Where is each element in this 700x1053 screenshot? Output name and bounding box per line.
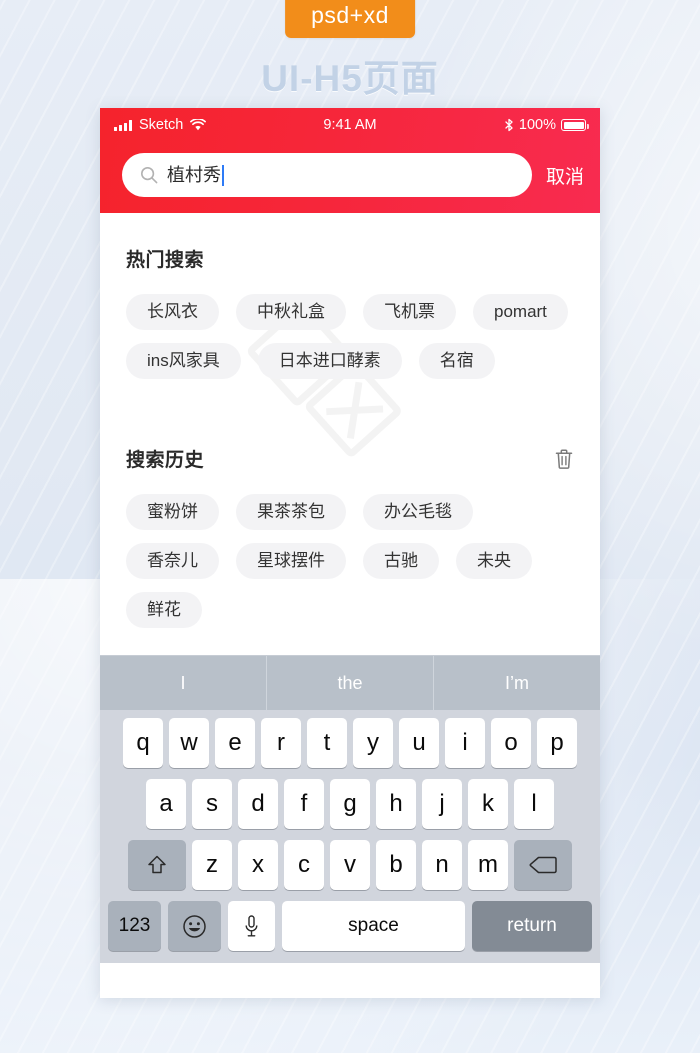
trash-icon[interactable] — [554, 448, 574, 470]
key-j[interactable]: j — [422, 779, 462, 829]
battery-percent-label: 100% — [518, 117, 556, 133]
key-h[interactable]: h — [376, 779, 416, 829]
key-i[interactable]: i — [445, 718, 485, 768]
key-u[interactable]: u — [399, 718, 439, 768]
search-history-tag[interactable]: 鲜花 — [126, 592, 202, 628]
keyboard-row-3: z x c v b n m — [104, 840, 596, 890]
status-bar-right: 100% — [504, 117, 589, 133]
keyboard-row-1: q w e r t y u i o p — [104, 718, 596, 768]
key-x[interactable]: x — [238, 840, 278, 890]
cancel-button[interactable]: 取消 — [546, 162, 584, 189]
key-g[interactable]: g — [330, 779, 370, 829]
backspace-icon — [529, 855, 557, 875]
search-history-tag[interactable]: 未央 — [456, 543, 532, 579]
wifi-icon — [190, 119, 207, 131]
search-history-header: 搜索历史 — [126, 413, 574, 474]
battery-icon — [561, 119, 589, 131]
dictation-key[interactable] — [228, 901, 275, 951]
key-e[interactable]: e — [215, 718, 255, 768]
key-d[interactable]: d — [238, 779, 278, 829]
suggestion-item[interactable]: I — [100, 656, 267, 710]
emoji-key[interactable] — [168, 901, 221, 951]
keyboard-rows: q w e r t y u i o p a s d f g h j k l z … — [100, 710, 600, 951]
hot-search-tag[interactable]: 飞机票 — [363, 294, 456, 330]
search-input-value: 植村秀 — [167, 165, 221, 185]
key-b[interactable]: b — [376, 840, 416, 890]
status-bar: Sketch 9:41 AM 100% — [100, 108, 600, 142]
text-caret — [222, 164, 224, 186]
search-history-tag[interactable]: 蜜粉饼 — [126, 494, 219, 530]
suggestion-item[interactable]: the — [267, 656, 434, 710]
hot-search-tag[interactable]: 日本进口酵素 — [257, 343, 402, 379]
search-icon — [140, 166, 158, 184]
key-p[interactable]: p — [537, 718, 577, 768]
virtual-keyboard: I the I’m q w e r t y u i o p a s d f g … — [100, 655, 600, 963]
key-r[interactable]: r — [261, 718, 301, 768]
search-history-tag[interactable]: 香奈儿 — [126, 543, 219, 579]
search-history-tag[interactable]: 办公毛毯 — [363, 494, 473, 530]
search-history-tag[interactable]: 星球摆件 — [236, 543, 346, 579]
emoji-icon — [182, 914, 207, 939]
search-history-tags: 蜜粉饼 果茶茶包 办公毛毯 香奈儿 星球摆件 古驰 未央 鲜花 — [126, 494, 574, 628]
key-v[interactable]: v — [330, 840, 370, 890]
phone-mockup: Sketch 9:41 AM 100% 植村秀 取消 热门搜索 长风衣 中秋礼盒… — [100, 108, 600, 998]
hot-search-tag[interactable]: pomart — [473, 294, 568, 330]
search-row: 植村秀 取消 — [100, 142, 600, 208]
microphone-icon — [244, 914, 259, 939]
keyboard-row-4: 123 space return — [104, 901, 596, 951]
key-o[interactable]: o — [491, 718, 531, 768]
key-c[interactable]: c — [284, 840, 324, 890]
key-n[interactable]: n — [422, 840, 462, 890]
bluetooth-icon — [504, 118, 514, 132]
backspace-key[interactable] — [514, 840, 572, 890]
hot-search-header: 热门搜索 — [126, 213, 574, 274]
status-bar-left: Sketch — [114, 117, 207, 133]
key-z[interactable]: z — [192, 840, 232, 890]
search-input[interactable]: 植村秀 — [122, 153, 532, 197]
shift-key[interactable] — [128, 840, 186, 890]
suggestion-item[interactable]: I’m — [434, 656, 600, 710]
page-title: UI-H5页面 — [261, 58, 439, 99]
key-f[interactable]: f — [284, 779, 324, 829]
carrier-label: Sketch — [139, 117, 184, 133]
shift-icon — [146, 854, 168, 876]
hot-search-tag[interactable]: ins风家具 — [126, 343, 241, 379]
keyboard-row-2: a s d f g h j k l — [104, 779, 596, 829]
search-history-title: 搜索历史 — [126, 450, 205, 471]
hot-search-tag[interactable]: 中秋礼盒 — [236, 294, 346, 330]
signal-bars-icon — [114, 119, 132, 131]
key-q[interactable]: q — [123, 718, 163, 768]
space-key[interactable]: space — [282, 901, 465, 951]
key-s[interactable]: s — [192, 779, 232, 829]
format-badge: psd+xd — [285, 0, 415, 38]
key-a[interactable]: a — [146, 779, 186, 829]
key-w[interactable]: w — [169, 718, 209, 768]
key-t[interactable]: t — [307, 718, 347, 768]
key-l[interactable]: l — [514, 779, 554, 829]
search-history-tag[interactable]: 果茶茶包 — [236, 494, 346, 530]
key-k[interactable]: k — [468, 779, 508, 829]
numbers-key[interactable]: 123 — [108, 901, 161, 951]
search-history-tag[interactable]: 古驰 — [363, 543, 439, 579]
hot-search-tags: 长风衣 中秋礼盒 飞机票 pomart ins风家具 日本进口酵素 名宿 — [126, 294, 574, 379]
key-m[interactable]: m — [468, 840, 508, 890]
return-key[interactable]: return — [472, 901, 592, 951]
hot-search-tag[interactable]: 名宿 — [418, 343, 495, 379]
key-y[interactable]: y — [353, 718, 393, 768]
app-header: Sketch 9:41 AM 100% 植村秀 取消 — [100, 108, 600, 213]
search-content-panel: 热门搜索 长风衣 中秋礼盒 飞机票 pomart ins风家具 日本进口酵素 名… — [100, 213, 600, 655]
hot-search-tag[interactable]: 长风衣 — [126, 294, 219, 330]
hot-search-title: 热门搜索 — [126, 250, 205, 271]
autocomplete-suggestion-bar: I the I’m — [100, 655, 600, 710]
